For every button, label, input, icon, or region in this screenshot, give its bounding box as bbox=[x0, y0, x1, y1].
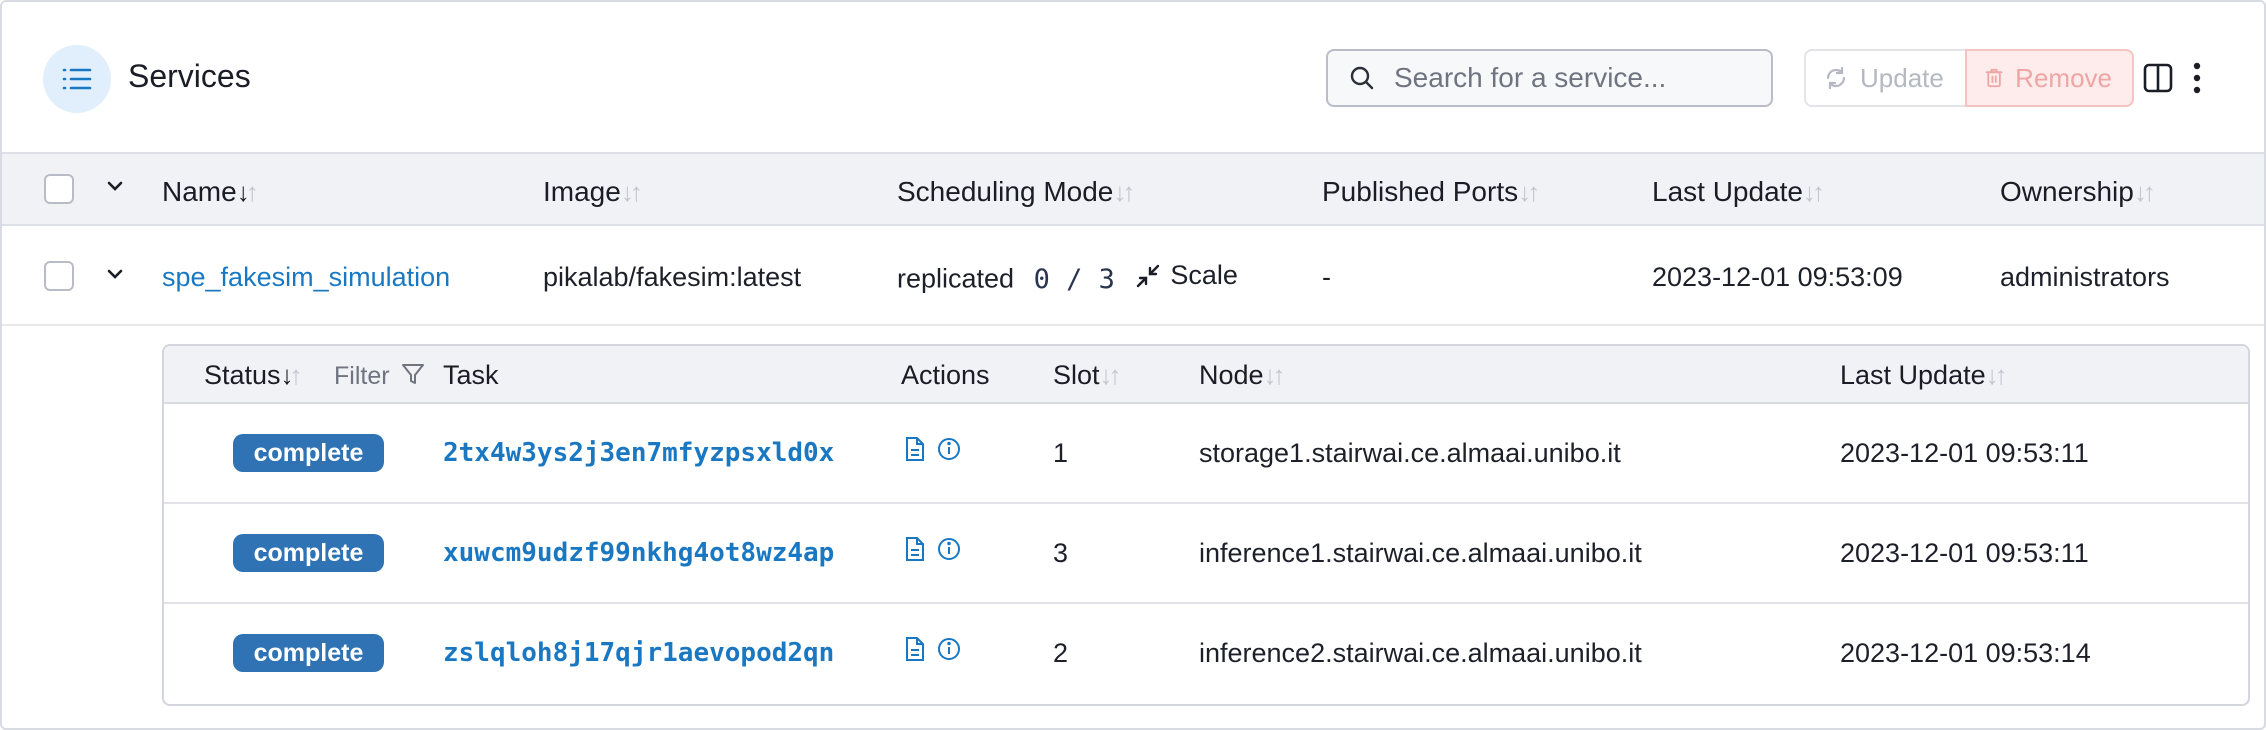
task-actions bbox=[904, 536, 962, 562]
status-badge: complete bbox=[233, 434, 384, 472]
shrink-icon bbox=[1137, 264, 1160, 287]
update-button[interactable]: Update bbox=[1804, 49, 1965, 107]
column-header-image[interactable]: Image↓↑ bbox=[543, 176, 643, 208]
task-node: storage1.stairwai.ce.almaai.unibo.it bbox=[1199, 438, 1621, 468]
info-icon[interactable] bbox=[936, 636, 962, 662]
task-node: inference2.stairwai.ce.almaai.unibo.it bbox=[1199, 638, 1642, 668]
filter-label: Filter bbox=[334, 362, 390, 390]
status-badge: complete bbox=[233, 634, 384, 672]
task-actions bbox=[904, 436, 962, 462]
list-icon bbox=[43, 45, 111, 113]
file-text-icon[interactable] bbox=[904, 436, 926, 462]
refresh-icon bbox=[1826, 66, 1846, 90]
remove-label: Remove bbox=[2015, 62, 2112, 93]
page-title: Services bbox=[128, 58, 251, 94]
column-header-status[interactable]: Status↓↑ bbox=[204, 360, 303, 391]
file-text-icon[interactable] bbox=[904, 536, 926, 562]
column-header-scheduling-mode[interactable]: Scheduling Mode↓↑ bbox=[897, 176, 1135, 208]
scale-button[interactable]: Scale bbox=[1136, 260, 1238, 291]
task-row[interactable]: complete xuwcm9udzf99nkhg4ot8wz4ap 3 inf… bbox=[164, 504, 2248, 604]
column-header-slot[interactable]: Slot↓↑ bbox=[1053, 360, 1122, 391]
column-header-task: Task bbox=[443, 360, 499, 390]
table-row[interactable]: spe_fakesim_simulation pikalab/fakesim:l… bbox=[2, 226, 2264, 326]
services-panel: Services Update Remove Nam bbox=[0, 0, 2266, 730]
scale-label: Scale bbox=[1170, 260, 1238, 290]
task-last-update: 2023-12-01 09:53:11 bbox=[1840, 438, 2089, 468]
task-last-update: 2023-12-01 09:53:14 bbox=[1840, 638, 2091, 668]
last-update: 2023-12-01 09:53:09 bbox=[1652, 262, 1903, 292]
filter-button[interactable]: Filter bbox=[334, 362, 425, 391]
tasks-table-header: Status↓↑ Filter Task Actions Slot↓↑ Node… bbox=[164, 346, 2248, 404]
search-box[interactable] bbox=[1326, 49, 1773, 107]
task-row[interactable]: complete 2tx4w3ys2j3en7mfyzpsxld0x 1 sto… bbox=[164, 404, 2248, 504]
search-input[interactable] bbox=[1394, 62, 1754, 94]
column-header-last-update[interactable]: Last Update↓↑ bbox=[1652, 176, 1825, 208]
task-id-link[interactable]: xuwcm9udzf99nkhg4ot8wz4ap bbox=[443, 538, 834, 568]
task-id-link[interactable]: zslqloh8j17qjr1aevopod2qn bbox=[443, 638, 834, 668]
table-header: Name↓↑ Image↓↑ Scheduling Mode↓↑ Publish… bbox=[2, 152, 2264, 226]
chevron-down-icon[interactable] bbox=[103, 174, 127, 198]
task-node: inference1.stairwai.ce.almaai.unibo.it bbox=[1199, 538, 1642, 568]
select-all-checkbox[interactable] bbox=[44, 174, 74, 204]
published-ports: - bbox=[1322, 262, 1331, 292]
search-icon bbox=[1348, 64, 1376, 92]
more-vertical-icon[interactable] bbox=[2192, 62, 2202, 99]
info-icon[interactable] bbox=[936, 536, 962, 562]
column-header-ownership[interactable]: Ownership↓↑ bbox=[2000, 176, 2156, 208]
task-actions bbox=[904, 636, 962, 662]
task-slot: 2 bbox=[1053, 638, 1069, 668]
panel-header: Services Update Remove bbox=[2, 2, 2264, 152]
column-header-actions: Actions bbox=[901, 360, 990, 390]
tasks-table: Status↓↑ Filter Task Actions Slot↓↑ Node… bbox=[162, 344, 2250, 706]
column-header-published-ports[interactable]: Published Ports↓↑ bbox=[1322, 176, 1540, 208]
status-badge: complete bbox=[233, 534, 384, 572]
filter-icon bbox=[401, 364, 424, 384]
info-icon[interactable] bbox=[936, 436, 962, 462]
service-image: pikalab/fakesim:latest bbox=[543, 262, 802, 292]
scheduling-mode: replicated 0 / 3 Scale bbox=[897, 260, 1238, 295]
column-header-task-last-update[interactable]: Last Update↓↑ bbox=[1840, 360, 2008, 391]
row-checkbox[interactable] bbox=[44, 261, 74, 291]
remove-button[interactable]: Remove bbox=[1965, 49, 2134, 107]
columns-icon[interactable] bbox=[2143, 63, 2173, 98]
task-row[interactable]: complete zslqloh8j17qjr1aevopod2qn 2 inf… bbox=[164, 604, 2248, 704]
service-name-link[interactable]: spe_fakesim_simulation bbox=[162, 262, 450, 293]
task-id-link[interactable]: 2tx4w3ys2j3en7mfyzpsxld0x bbox=[443, 438, 834, 468]
column-header-node[interactable]: Node↓↑ bbox=[1199, 360, 1286, 391]
column-header-name[interactable]: Name↓↑ bbox=[162, 176, 259, 208]
update-label: Update bbox=[1860, 62, 1944, 93]
mode-label: replicated bbox=[897, 263, 1015, 294]
action-buttons: Update Remove bbox=[1804, 49, 2134, 107]
file-text-icon[interactable] bbox=[904, 636, 926, 662]
task-slot: 3 bbox=[1053, 538, 1069, 568]
trash-icon bbox=[1985, 68, 2003, 88]
task-slot: 1 bbox=[1053, 438, 1069, 468]
chevron-down-icon[interactable] bbox=[103, 262, 127, 286]
replica-count: 0 / 3 bbox=[1033, 263, 1115, 295]
task-last-update: 2023-12-01 09:53:11 bbox=[1840, 538, 2089, 568]
ownership: administrators bbox=[2000, 262, 2170, 292]
